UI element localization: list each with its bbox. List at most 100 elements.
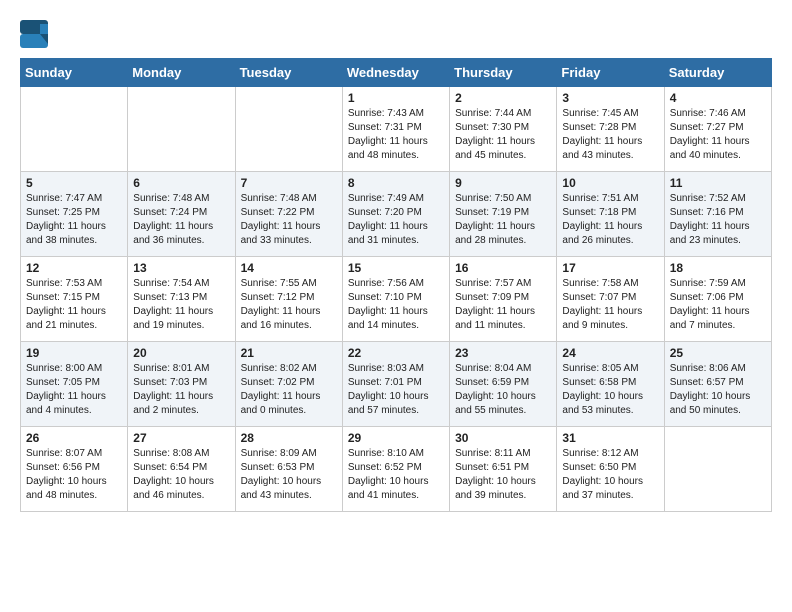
day-number: 25 <box>670 346 766 360</box>
calendar-cell: 24 Sunrise: 8:05 AMSunset: 6:58 PMDayligh… <box>557 342 664 427</box>
cell-content: Sunrise: 8:07 AMSunset: 6:56 PMDaylight:… <box>26 447 122 503</box>
cell-content: Sunrise: 8:09 AMSunset: 6:53 PMDaylight:… <box>241 447 337 503</box>
calendar-cell: 10Sunrise: 7:51 AMSunset: 7:18 PMDayligh… <box>557 172 664 257</box>
cell-content: Sunrise: 7:43 AMSunset: 7:31 PMDaylight:… <box>348 107 444 163</box>
calendar-cell: 15 Sunrise: 7:56 AMSunset: 7:10 PMDayligh… <box>342 257 449 342</box>
calendar-cell: 1 Sunrise: 7:43 AMSunset: 7:31 PMDaylight… <box>342 87 449 172</box>
calendar-cell: 9Sunrise: 7:50 AMSunset: 7:19 PMDaylight… <box>450 172 557 257</box>
cell-content: Sunrise: 7:59 AMSunset: 7:06 PMDaylight:… <box>670 277 766 333</box>
cell-content: Sunrise: 8:00 AMSunset: 7:05 PMDaylight:… <box>26 362 122 418</box>
calendar-cell: 27Sunrise: 8:08 AMSunset: 6:54 PMDayligh… <box>128 427 235 512</box>
day-number: 29 <box>348 431 444 445</box>
day-number: 30 <box>455 431 551 445</box>
cell-content: Sunrise: 7:56 AMSunset: 7:10 PMDaylight:… <box>348 277 444 333</box>
calendar-cell: 2Sunrise: 7:44 AMSunset: 7:30 PMDaylight… <box>450 87 557 172</box>
cell-content: Sunrise: 8:01 AMSunset: 7:03 PMDaylight:… <box>133 362 229 418</box>
calendar-cell: 13 Sunrise: 7:54 AMSunset: 7:13 PMDayligh… <box>128 257 235 342</box>
cell-content: Sunrise: 8:03 AMSunset: 7:01 PMDaylight:… <box>348 362 444 418</box>
day-number: 3 <box>562 91 658 105</box>
calendar-cell: 6 Sunrise: 7:48 AMSunset: 7:24 PMDaylight… <box>128 172 235 257</box>
cell-content: Sunrise: 7:54 AMSunset: 7:13 PMDaylight:… <box>133 277 229 333</box>
calendar-cell: 3 Sunrise: 7:45 AMSunset: 7:28 PMDaylight… <box>557 87 664 172</box>
calendar-week-row: 5Sunrise: 7:47 AMSunset: 7:25 PMDaylight… <box>21 172 772 257</box>
day-number: 7 <box>241 176 337 190</box>
calendar-cell: 16 Sunrise: 7:57 AMSunset: 7:09 PMDayligh… <box>450 257 557 342</box>
cell-content: Sunrise: 7:49 AMSunset: 7:20 PMDaylight:… <box>348 192 444 248</box>
day-number: 20 <box>133 346 229 360</box>
calendar-cell <box>21 87 128 172</box>
cell-content: Sunrise: 8:05 AMSunset: 6:58 PMDaylight:… <box>562 362 658 418</box>
calendar-week-row: 19 Sunrise: 8:00 AMSunset: 7:05 PMDayligh… <box>21 342 772 427</box>
calendar-cell: 8Sunrise: 7:49 AMSunset: 7:20 PMDaylight… <box>342 172 449 257</box>
weekday-header: Monday <box>128 59 235 87</box>
calendar-cell: 18 Sunrise: 7:59 AMSunset: 7:06 PMDayligh… <box>664 257 771 342</box>
weekday-row: SundayMondayTuesdayWednesdayThursdayFrid… <box>21 59 772 87</box>
cell-content: Sunrise: 8:12 AMSunset: 6:50 PMDaylight:… <box>562 447 658 503</box>
day-number: 1 <box>348 91 444 105</box>
day-number: 31 <box>562 431 658 445</box>
weekday-header: Wednesday <box>342 59 449 87</box>
cell-content: Sunrise: 7:45 AMSunset: 7:28 PMDaylight:… <box>562 107 658 163</box>
calendar-cell: 31 Sunrise: 8:12 AMSunset: 6:50 PMDayligh… <box>557 427 664 512</box>
calendar-cell <box>664 427 771 512</box>
cell-content: Sunrise: 7:47 AMSunset: 7:25 PMDaylight:… <box>26 192 122 248</box>
cell-content: Sunrise: 7:57 AMSunset: 7:09 PMDaylight:… <box>455 277 551 333</box>
calendar-cell: 11Sunrise: 7:52 AMSunset: 7:16 PMDayligh… <box>664 172 771 257</box>
day-number: 19 <box>26 346 122 360</box>
cell-content: Sunrise: 7:48 AMSunset: 7:22 PMDaylight:… <box>241 192 337 248</box>
cell-content: Sunrise: 7:51 AMSunset: 7:18 PMDaylight:… <box>562 192 658 248</box>
calendar-header: SundayMondayTuesdayWednesdayThursdayFrid… <box>21 59 772 87</box>
weekday-header: Tuesday <box>235 59 342 87</box>
day-number: 15 <box>348 261 444 275</box>
calendar-week-row: 12Sunrise: 7:53 AMSunset: 7:15 PMDayligh… <box>21 257 772 342</box>
cell-content: Sunrise: 7:48 AMSunset: 7:24 PMDaylight:… <box>133 192 229 248</box>
cell-content: Sunrise: 8:06 AMSunset: 6:57 PMDaylight:… <box>670 362 766 418</box>
day-number: 16 <box>455 261 551 275</box>
cell-content: Sunrise: 8:08 AMSunset: 6:54 PMDaylight:… <box>133 447 229 503</box>
day-number: 6 <box>133 176 229 190</box>
calendar-body: 1 Sunrise: 7:43 AMSunset: 7:31 PMDaylight… <box>21 87 772 512</box>
calendar-cell: 14Sunrise: 7:55 AMSunset: 7:12 PMDayligh… <box>235 257 342 342</box>
calendar-cell: 29 Sunrise: 8:10 AMSunset: 6:52 PMDayligh… <box>342 427 449 512</box>
calendar-cell: 26Sunrise: 8:07 AMSunset: 6:56 PMDayligh… <box>21 427 128 512</box>
day-number: 13 <box>133 261 229 275</box>
cell-content: Sunrise: 8:02 AMSunset: 7:02 PMDaylight:… <box>241 362 337 418</box>
calendar-cell: 12Sunrise: 7:53 AMSunset: 7:15 PMDayligh… <box>21 257 128 342</box>
calendar-cell: 17 Sunrise: 7:58 AMSunset: 7:07 PMDayligh… <box>557 257 664 342</box>
calendar-cell: 30 Sunrise: 8:11 AMSunset: 6:51 PMDayligh… <box>450 427 557 512</box>
logo-icon <box>20 20 48 48</box>
day-number: 18 <box>670 261 766 275</box>
day-number: 17 <box>562 261 658 275</box>
calendar-cell: 25 Sunrise: 8:06 AMSunset: 6:57 PMDayligh… <box>664 342 771 427</box>
calendar-cell: 20 Sunrise: 8:01 AMSunset: 7:03 PMDayligh… <box>128 342 235 427</box>
weekday-header: Sunday <box>21 59 128 87</box>
calendar-cell <box>128 87 235 172</box>
cell-content: Sunrise: 7:44 AMSunset: 7:30 PMDaylight:… <box>455 107 551 163</box>
day-number: 11 <box>670 176 766 190</box>
calendar-cell: 19 Sunrise: 8:00 AMSunset: 7:05 PMDayligh… <box>21 342 128 427</box>
calendar-cell <box>235 87 342 172</box>
day-number: 24 <box>562 346 658 360</box>
cell-content: Sunrise: 8:10 AMSunset: 6:52 PMDaylight:… <box>348 447 444 503</box>
weekday-header: Friday <box>557 59 664 87</box>
day-number: 22 <box>348 346 444 360</box>
cell-content: Sunrise: 7:46 AMSunset: 7:27 PMDaylight:… <box>670 107 766 163</box>
page-header <box>20 20 772 48</box>
calendar-week-row: 1 Sunrise: 7:43 AMSunset: 7:31 PMDaylight… <box>21 87 772 172</box>
weekday-header: Saturday <box>664 59 771 87</box>
calendar-table: SundayMondayTuesdayWednesdayThursdayFrid… <box>20 58 772 512</box>
weekday-header: Thursday <box>450 59 557 87</box>
cell-content: Sunrise: 8:04 AMSunset: 6:59 PMDaylight:… <box>455 362 551 418</box>
day-number: 4 <box>670 91 766 105</box>
calendar-cell: 21Sunrise: 8:02 AMSunset: 7:02 PMDayligh… <box>235 342 342 427</box>
day-number: 23 <box>455 346 551 360</box>
calendar-week-row: 26Sunrise: 8:07 AMSunset: 6:56 PMDayligh… <box>21 427 772 512</box>
calendar-cell: 7 Sunrise: 7:48 AMSunset: 7:22 PMDaylight… <box>235 172 342 257</box>
calendar-cell: 22 Sunrise: 8:03 AMSunset: 7:01 PMDayligh… <box>342 342 449 427</box>
cell-content: Sunrise: 8:11 AMSunset: 6:51 PMDaylight:… <box>455 447 551 503</box>
calendar-cell: 23 Sunrise: 8:04 AMSunset: 6:59 PMDayligh… <box>450 342 557 427</box>
day-number: 14 <box>241 261 337 275</box>
day-number: 12 <box>26 261 122 275</box>
cell-content: Sunrise: 7:58 AMSunset: 7:07 PMDaylight:… <box>562 277 658 333</box>
calendar-cell: 5Sunrise: 7:47 AMSunset: 7:25 PMDaylight… <box>21 172 128 257</box>
